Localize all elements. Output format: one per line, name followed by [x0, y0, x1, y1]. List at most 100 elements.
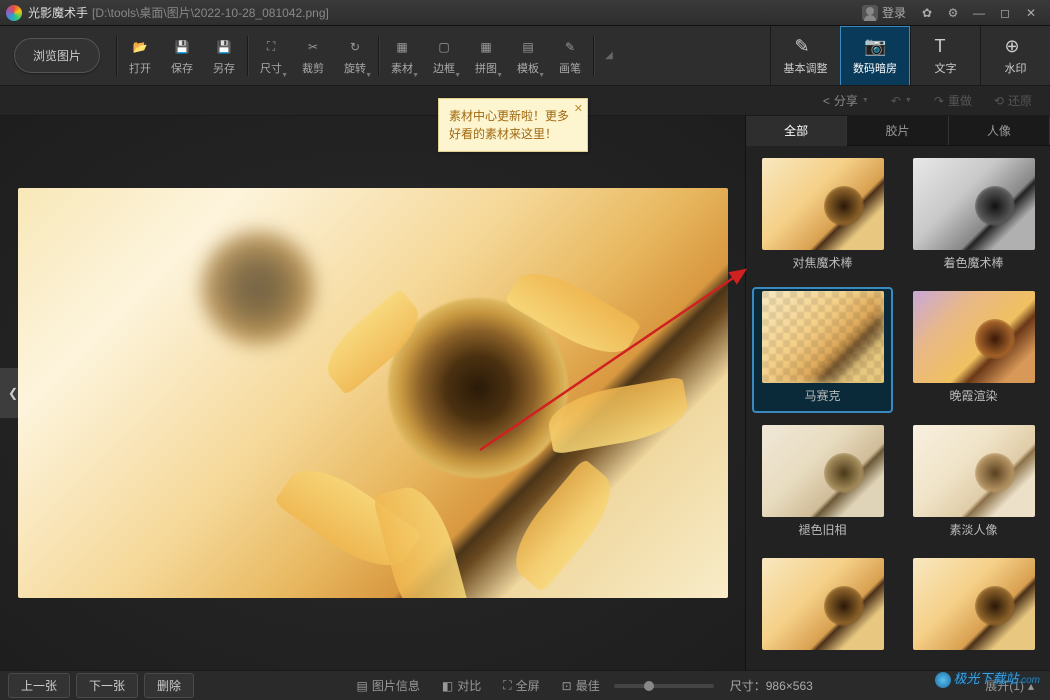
tool-icon: ✎ — [559, 36, 581, 58]
app-title: 光影魔术手 — [28, 4, 88, 21]
tool-保存[interactable]: 💾 保存 — [161, 29, 203, 83]
tool-label: 边框 — [433, 60, 455, 76]
chevron-down-icon: ▼ — [454, 72, 461, 79]
filter-label: 褪色旧相 — [798, 521, 846, 538]
restore-button[interactable]: ⟲ 还原 — [988, 90, 1038, 111]
status-bar: 上一张 下一张 删除 ▤图片信息 ◧对比 ⛶全屏 ⊡最佳 尺寸：986×563 … — [0, 670, 1050, 700]
tool-裁剪[interactable]: ✂ 裁剪 — [292, 29, 334, 83]
next-button[interactable]: 下一张 — [76, 673, 138, 698]
zoom-slider[interactable] — [614, 684, 714, 688]
tool-边框[interactable]: ▢ 边框▼ — [423, 29, 465, 83]
tool-旋转[interactable]: ↻旋转▼ — [334, 29, 376, 83]
image-info-button[interactable]: ▤图片信息 — [349, 677, 428, 694]
filter-item-unnamed[interactable] — [903, 554, 1044, 662]
share-button[interactable]: < 分享 ▼ — [817, 90, 875, 111]
settings-button[interactable]: ⚙ — [940, 3, 966, 23]
tool-icon: ▦ — [391, 36, 413, 58]
filter-thumbnail — [913, 558, 1035, 650]
filter-item-对焦魔术棒[interactable]: 对焦魔术棒 — [752, 154, 893, 279]
tool-画笔[interactable]: ✎ 画笔 — [549, 29, 591, 83]
filter-label: 晚霞渲染 — [949, 387, 997, 404]
tool-icon: ⛶ — [260, 36, 282, 58]
tool-label: 打开 — [129, 60, 151, 76]
app-logo-icon — [6, 5, 22, 21]
doc-icon: ▤ — [357, 679, 368, 693]
undo-button[interactable]: ↶ ▼ — [885, 92, 918, 110]
filter-thumbnail — [913, 291, 1035, 383]
panel-label: 水印 — [1005, 60, 1027, 76]
filter-tab-胶片[interactable]: 胶片 — [847, 116, 948, 145]
tooltip-close-button[interactable]: ✕ — [574, 101, 583, 118]
delete-button[interactable]: 删除 — [144, 673, 194, 698]
chevron-down-icon: ▼ — [496, 72, 503, 79]
expand-button[interactable]: 展开(1)▴ — [977, 677, 1042, 694]
login-label: 登录 — [882, 4, 906, 21]
tool-label: 裁剪 — [302, 60, 324, 76]
material-tooltip: ✕ 素材中心更新啦！更多好看的素材来这里！ — [438, 98, 588, 152]
filter-label: 着色魔术棒 — [943, 254, 1003, 271]
chevron-up-icon: ▴ — [1028, 679, 1034, 693]
filter-tab-人像[interactable]: 人像 — [949, 116, 1050, 145]
main-image[interactable] — [18, 188, 728, 598]
tool-icon: 📂 — [129, 36, 151, 58]
chevron-down-icon: ▼ — [862, 97, 869, 104]
file-path: [D:\tools\桌面\图片\2022-10-28_081042.png] — [92, 4, 329, 21]
filter-item-马赛克[interactable]: 马赛克 — [752, 287, 893, 412]
filter-thumbnail — [762, 291, 884, 383]
tool-icon: ✂ — [302, 36, 324, 58]
compare-icon: ◧ — [442, 679, 453, 693]
share-icon: < — [823, 94, 830, 108]
tool-label: 拼图 — [475, 60, 497, 76]
more-tools-button[interactable]: ◢ — [596, 29, 622, 83]
tool-label: 素材 — [391, 60, 413, 76]
tool-打开[interactable]: 📂 打开 — [119, 29, 161, 83]
login-button[interactable]: 登录 — [854, 4, 914, 21]
minimize-button[interactable]: — — [966, 3, 992, 23]
tool-label: 画笔 — [559, 60, 581, 76]
prev-button[interactable]: 上一张 — [8, 673, 70, 698]
panel-tab-数码暗房[interactable]: 📷数码暗房 — [840, 26, 910, 85]
compare-button[interactable]: ◧对比 — [434, 677, 489, 694]
filter-thumbnail — [762, 425, 884, 517]
redo-icon: ↷ — [934, 94, 944, 108]
filter-tab-全部[interactable]: 全部 — [746, 116, 847, 146]
tool-拼图[interactable]: ▦拼图▼ — [465, 29, 507, 83]
filter-label: 马赛克 — [804, 387, 840, 404]
filter-thumbnail — [762, 558, 884, 650]
redo-button[interactable]: ↷ 重做 — [928, 90, 978, 111]
fullscreen-button[interactable]: ⛶全屏 — [495, 677, 547, 694]
tool-素材[interactable]: ▦素材▼ — [381, 29, 423, 83]
tool-icon: 💾 — [213, 36, 235, 58]
panel-icon: ⊕ — [1005, 36, 1027, 58]
main-toolbar: 浏览图片 📂打开💾保存💾另存⛶尺寸▼✂裁剪↻旋转▼▦素材▼▢边框▼▦拼图▼▤模板… — [0, 26, 1050, 86]
panel-label: 基本调整 — [784, 60, 828, 76]
tool-label: 尺寸 — [260, 60, 282, 76]
filter-item-素淡人像[interactable]: 素淡人像 — [903, 421, 1044, 546]
filter-item-晚霞渲染[interactable]: 晚霞渲染 — [903, 287, 1044, 412]
filter-item-unnamed[interactable] — [752, 554, 893, 662]
panel-tab-水印[interactable]: ⊕ 水印 — [980, 26, 1050, 85]
effects-panel: 全部胶片人像 对焦魔术棒着色魔术棒马赛克 晚霞渲染褪色旧相 素淡人像 — [745, 116, 1050, 670]
tool-模板[interactable]: ▤模板▼ — [507, 29, 549, 83]
tool-label: 保存 — [171, 60, 193, 76]
restore-icon: ⟲ — [994, 94, 1004, 108]
fullscreen-icon: ⛶ — [503, 678, 511, 693]
bestfit-button[interactable]: ⊡最佳 — [554, 677, 608, 694]
panel-tab-基本调整[interactable]: ✎基本调整 — [770, 26, 840, 85]
panel-tab-文字[interactable]: T文字 — [910, 26, 980, 85]
tool-icon: ▢ — [433, 36, 455, 58]
tool-icon: ▤ — [517, 36, 539, 58]
panel-label: 文字 — [935, 60, 957, 76]
browse-button[interactable]: 浏览图片 — [14, 38, 100, 73]
filter-item-褪色旧相[interactable]: 褪色旧相 — [752, 421, 893, 546]
tooltip-text: 素材中心更新啦！更多好看的素材来这里！ — [449, 109, 569, 141]
tool-icon: 💾 — [171, 36, 193, 58]
tool-尺寸[interactable]: ⛶尺寸▼ — [250, 29, 292, 83]
filter-item-着色魔术棒[interactable]: 着色魔术棒 — [903, 154, 1044, 279]
skin-button[interactable]: ✿ — [914, 3, 940, 23]
filter-thumbnail — [913, 158, 1035, 250]
close-button[interactable]: ✕ — [1018, 3, 1044, 23]
tool-icon: ↻ — [344, 36, 366, 58]
tool-另存[interactable]: 💾另存 — [203, 29, 245, 83]
maximize-button[interactable]: ◻ — [992, 3, 1018, 23]
